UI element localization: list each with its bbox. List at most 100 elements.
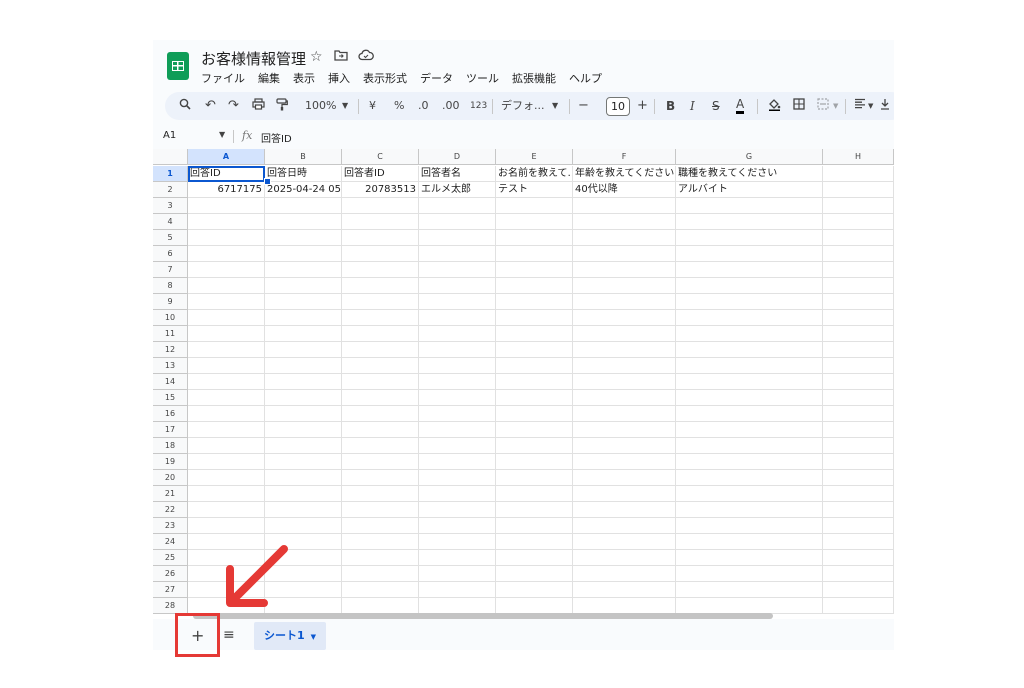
row-header[interactable]: 11 <box>153 326 188 342</box>
grid-cell[interactable] <box>419 278 496 294</box>
menu-tools[interactable]: ツール <box>466 70 499 86</box>
cell-b1[interactable]: 回答日時 <box>265 166 342 182</box>
grid-cell[interactable] <box>823 422 894 438</box>
grid-cell[interactable] <box>823 230 894 246</box>
row-header[interactable]: 3 <box>153 198 188 214</box>
grid-cell[interactable] <box>342 454 419 470</box>
cell-h2[interactable] <box>823 182 894 198</box>
row-header[interactable]: 27 <box>153 582 188 598</box>
grid-cell[interactable] <box>342 390 419 406</box>
borders-icon[interactable] <box>793 98 805 115</box>
grid-cell[interactable] <box>823 326 894 342</box>
grid-cell[interactable] <box>573 422 676 438</box>
grid-cell[interactable] <box>676 534 823 550</box>
row-header[interactable]: 23 <box>153 518 188 534</box>
grid-cell[interactable] <box>573 374 676 390</box>
percent-format-button[interactable]: % <box>394 98 404 114</box>
grid-cell[interactable] <box>342 214 419 230</box>
grid-cell[interactable] <box>342 406 419 422</box>
grid-cell[interactable] <box>265 358 342 374</box>
grid-cell[interactable] <box>823 310 894 326</box>
cell-f1[interactable]: 年齢を教えてください <box>573 166 676 182</box>
grid-cell[interactable] <box>419 230 496 246</box>
grid-cell[interactable] <box>342 438 419 454</box>
grid-cell[interactable] <box>573 566 676 582</box>
row-header[interactable]: 10 <box>153 310 188 326</box>
grid-cell[interactable] <box>496 534 573 550</box>
grid-cell[interactable] <box>188 438 265 454</box>
grid-cell[interactable] <box>342 422 419 438</box>
grid-cell[interactable] <box>265 342 342 358</box>
row-header[interactable]: 28 <box>153 598 188 614</box>
grid-cell[interactable] <box>573 438 676 454</box>
cloud-status-icon[interactable] <box>358 49 374 65</box>
grid-cell[interactable] <box>676 358 823 374</box>
grid-cell[interactable] <box>573 310 676 326</box>
grid-cell[interactable] <box>676 278 823 294</box>
grid-cell[interactable] <box>496 358 573 374</box>
cell-g2[interactable]: アルバイト <box>676 182 823 198</box>
font-select[interactable]: デフォ... <box>501 98 545 114</box>
currency-format-button[interactable]: ¥ <box>369 98 376 114</box>
grid-cell[interactable] <box>265 438 342 454</box>
grid-cell[interactable] <box>265 278 342 294</box>
all-sheets-menu-icon[interactable]: ≡ <box>223 627 235 643</box>
menu-file[interactable]: ファイル <box>201 70 245 86</box>
grid-cell[interactable] <box>496 566 573 582</box>
grid-cell[interactable] <box>573 518 676 534</box>
grid-cell[interactable] <box>676 198 823 214</box>
grid-cell[interactable] <box>265 502 342 518</box>
grid-cell[interactable] <box>676 406 823 422</box>
grid-cell[interactable] <box>342 582 419 598</box>
cell-a2[interactable]: 6717175 <box>188 182 265 198</box>
grid-cell[interactable] <box>496 470 573 486</box>
row-header[interactable]: 15 <box>153 390 188 406</box>
grid-cell[interactable] <box>342 278 419 294</box>
grid-cell[interactable] <box>573 486 676 502</box>
grid-cell[interactable] <box>676 518 823 534</box>
grid-cell[interactable] <box>342 342 419 358</box>
grid-cell[interactable] <box>496 598 573 614</box>
grid-cell[interactable] <box>342 566 419 582</box>
grid-cell[interactable] <box>419 422 496 438</box>
vertical-align-icon[interactable] <box>880 98 890 115</box>
cell-d2[interactable]: エルメ太郎 <box>419 182 496 198</box>
grid-cell[interactable] <box>496 326 573 342</box>
grid-cell[interactable] <box>823 534 894 550</box>
grid-cell[interactable] <box>573 326 676 342</box>
grid-cell[interactable] <box>342 470 419 486</box>
grid-cell[interactable] <box>419 534 496 550</box>
name-box[interactable]: A1 <box>163 130 176 141</box>
grid-cell[interactable] <box>496 230 573 246</box>
row-header[interactable]: 26 <box>153 566 188 582</box>
grid-cell[interactable] <box>676 310 823 326</box>
row-header[interactable]: 24 <box>153 534 188 550</box>
column-header[interactable]: D <box>419 149 496 165</box>
grid-cell[interactable] <box>573 470 676 486</box>
grid-cell[interactable] <box>496 582 573 598</box>
grid-cell[interactable] <box>823 406 894 422</box>
grid-cell[interactable] <box>496 518 573 534</box>
grid-cell[interactable] <box>265 230 342 246</box>
grid-cell[interactable] <box>496 550 573 566</box>
grid-cell[interactable] <box>419 550 496 566</box>
cell-e2[interactable]: テスト <box>496 182 573 198</box>
row-header[interactable]: 19 <box>153 454 188 470</box>
document-title[interactable]: お客様情報管理 <box>201 48 306 69</box>
row-header[interactable]: 25 <box>153 550 188 566</box>
grid-cell[interactable] <box>823 246 894 262</box>
grid-cell[interactable] <box>676 438 823 454</box>
row-header[interactable]: 20 <box>153 470 188 486</box>
grid-cell[interactable] <box>496 214 573 230</box>
cell-c1[interactable]: 回答者ID <box>342 166 419 182</box>
grid-cell[interactable] <box>188 246 265 262</box>
grid-cell[interactable] <box>188 278 265 294</box>
grid-cell[interactable] <box>265 198 342 214</box>
grid-cell[interactable] <box>419 566 496 582</box>
cell-g1[interactable]: 職種を教えてください <box>676 166 823 182</box>
cell-a1[interactable]: 回答ID <box>188 166 265 182</box>
grid-cell[interactable] <box>676 262 823 278</box>
menu-data[interactable]: データ <box>420 70 453 86</box>
grid-cell[interactable] <box>573 294 676 310</box>
grid-cell[interactable] <box>573 358 676 374</box>
